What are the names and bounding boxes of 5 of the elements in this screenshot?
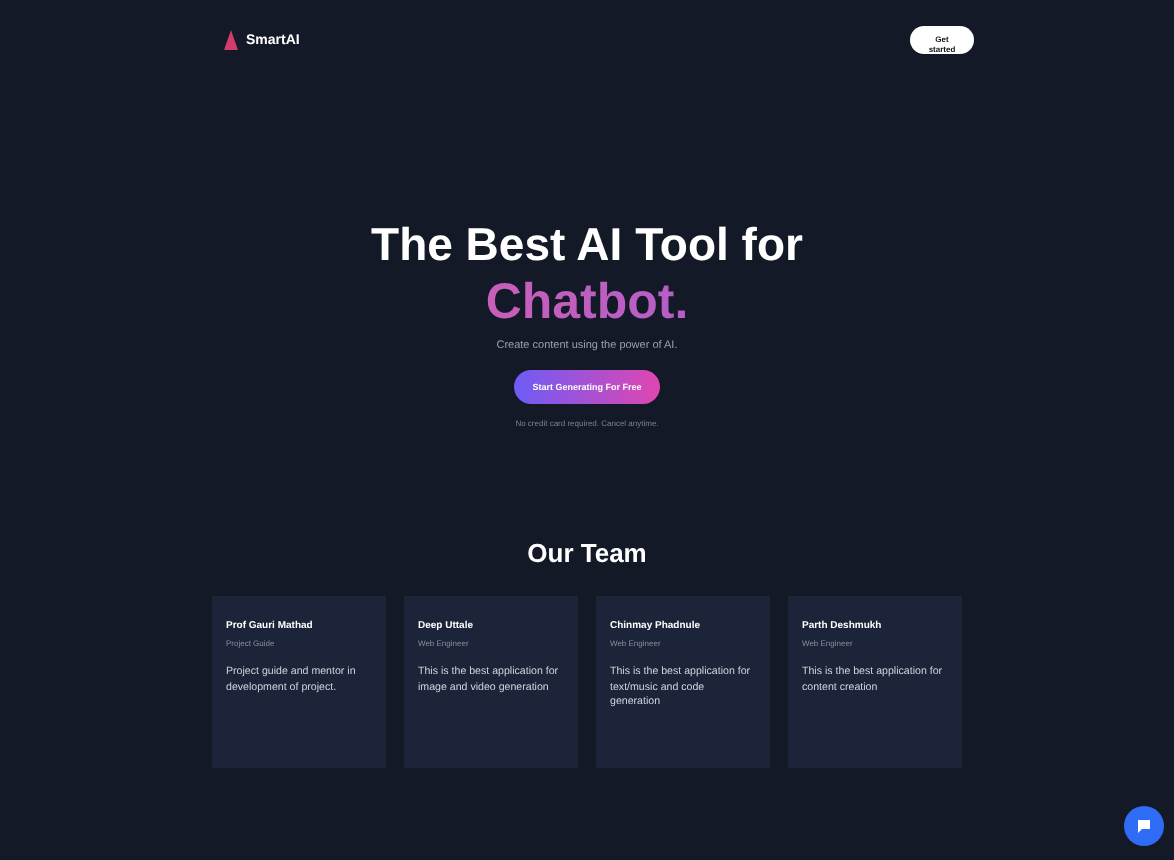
hero-title: The Best AI Tool for [371,218,803,270]
team-heading: Our Team [527,538,647,568]
chat-icon [1136,818,1152,834]
chat-button[interactable] [1124,806,1164,846]
logo-icon [224,30,238,50]
